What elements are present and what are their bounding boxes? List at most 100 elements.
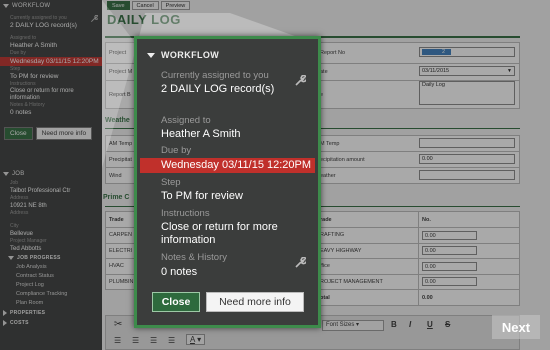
report-no-label: Report No <box>320 50 346 56</box>
popup-notes-value[interactable]: 0 notes <box>161 266 197 279</box>
save-button[interactable]: Save <box>107 1 130 10</box>
trade-count-input[interactable]: 0.00 <box>422 246 477 256</box>
city-value: Bellevue <box>10 231 34 237</box>
progress-item-project-log[interactable]: Project Log <box>0 281 102 290</box>
sidebar-assigned-label: Currently assigned to you <box>10 15 67 21</box>
sidebar-assigned-to-value: Heather A Smith <box>10 42 57 49</box>
prime-section-title: Prime C <box>103 194 130 201</box>
address-label: Address <box>10 195 29 201</box>
am-temp-label: AM Temp <box>109 140 133 147</box>
am-temp-label-right: M Temp <box>320 140 340 147</box>
sidebar-instructions-label: Instructions <box>10 81 36 87</box>
wrench-icon[interactable] <box>90 15 98 23</box>
align-left-icon[interactable]: ☰ <box>114 336 121 345</box>
wind-label: Wind <box>109 172 122 179</box>
pm-label: Project Manager <box>10 238 47 244</box>
popup-due-value: Wednesday 03/11/15 12:20PM <box>140 158 315 173</box>
report-no-value: 2 <box>422 49 452 55</box>
sidebar-instructions-value: Close or return for more information <box>10 88 74 101</box>
trade-row: EAVY HIGHWAY <box>316 242 419 259</box>
preview-button[interactable]: Preview <box>160 1 191 10</box>
sidebar-step-value: To PM for review <box>10 73 59 80</box>
sidebar-step-label: Step <box>10 66 21 72</box>
font-sizes-label: Font Sizes <box>326 322 355 328</box>
popup-assigned-to-value: Heather A Smith <box>161 128 241 140</box>
trade-header-right: rade <box>316 211 419 228</box>
sidebar-job-title: JOB <box>12 171 25 177</box>
sidebar-assigned-to-label: Assigned to <box>10 35 37 41</box>
trade-count-input[interactable]: 0.00 <box>422 277 477 287</box>
progress-item-job-analysis[interactable]: Job Analysis <box>0 263 102 272</box>
trade-count-input[interactable]: 0.00 <box>422 230 477 240</box>
cut-icon[interactable]: ✂ <box>114 319 122 330</box>
sidebar-need-info-button[interactable]: Need more info <box>35 127 93 140</box>
total-value: 0.00 <box>418 289 520 306</box>
popup-assigned-label: Currently assigned to you <box>161 70 269 81</box>
font-color-button[interactable]: A ▾ <box>186 334 206 345</box>
bold-button[interactable]: B <box>391 320 397 329</box>
progress-item-compliance-tracking[interactable]: Compliance Tracking <box>0 290 102 299</box>
trade-row: RAFTING <box>316 227 419 244</box>
popup-assigned-to-label: Assigned to <box>161 115 211 126</box>
description-value: Daily Log <box>422 82 445 88</box>
project-label: Project <box>109 50 127 56</box>
sidebar-notes-value[interactable]: 0 notes <box>0 109 102 117</box>
sidebar-due-value: Wednesday 03/11/15 12:20PM <box>0 57 102 66</box>
popup-instructions-label: Instructions <box>161 208 210 219</box>
trade-row: ffice <box>316 258 419 275</box>
precip-amount-value: 0.00 <box>422 156 433 162</box>
job-label: Job <box>10 180 19 186</box>
properties-header[interactable]: PROPERTIES <box>0 308 102 318</box>
font-sizes-select[interactable]: Font Sizes ▾ <box>322 320 384 331</box>
popup-instructions-line-2: information <box>161 234 216 246</box>
popup-step-value: To PM for review <box>161 190 243 202</box>
popup-workflow-header[interactable]: WORKFLOW <box>147 50 219 60</box>
report-no-input[interactable]: 2 <box>419 47 515 57</box>
job-section: JOB Job Talbot Professional Ctr Address … <box>0 168 102 328</box>
popup-due-label: Due by <box>161 145 192 156</box>
align-center-icon[interactable]: ☰ <box>132 336 139 345</box>
job-value: Talbot Professional Ctr <box>10 188 71 194</box>
progress-item-contract-status[interactable]: Contract Status <box>0 272 102 281</box>
sidebar-close-button[interactable]: Close <box>4 127 33 140</box>
justify-icon[interactable]: ☰ <box>168 336 175 345</box>
job-progress-header[interactable]: JOB PROGRESS <box>0 253 102 263</box>
date-select[interactable]: 03/11/2015 ▼ <box>419 66 515 76</box>
sidebar-workflow-header[interactable]: WORKFLOW <box>0 0 102 12</box>
workflow-sidebar: WORKFLOW Currently assigned to you 2 DAI… <box>0 0 102 350</box>
precip-amount-input[interactable]: 0.00 <box>419 154 515 164</box>
workflow-zoom-panel: WORKFLOW Currently assigned to you 2 DAI… <box>134 36 321 328</box>
popup-close-button[interactable]: Close <box>152 292 200 312</box>
trade-count-input[interactable]: 0.00 <box>422 261 477 271</box>
expand-triangle-icon <box>3 320 7 326</box>
precip-amount-label: ecipitation amount <box>320 156 365 163</box>
trade-table-right: rade No. RAFTING 0.00 EAVY HIGHWAY 0.00 ffi… <box>316 211 520 306</box>
no-header: No. <box>418 211 520 228</box>
underline-button[interactable]: U <box>427 320 433 329</box>
costs-header[interactable]: COSTS <box>0 318 102 328</box>
progress-item-plan-room[interactable]: Plan Room <box>0 299 102 308</box>
popup-assigned-value[interactable]: 2 DAILY LOG record(s) <box>161 83 274 96</box>
popup-step-label: Step <box>161 177 181 188</box>
collapse-triangle-icon <box>8 256 14 260</box>
precipitation-label: Precipitat <box>109 156 132 163</box>
description-textarea[interactable]: Daily Log <box>419 81 515 105</box>
job-progress-title: JOB PROGRESS <box>17 255 61 261</box>
pm-value: Ted Abbotts <box>10 246 42 252</box>
wrench-icon[interactable] <box>294 257 306 269</box>
sidebar-due-label: Due by <box>10 50 26 56</box>
am-temp-input[interactable] <box>419 138 515 148</box>
cancel-button[interactable]: Cancel <box>131 1 159 10</box>
popup-need-info-button[interactable]: Need more info <box>206 292 304 312</box>
align-right-icon[interactable]: ☰ <box>150 336 157 345</box>
wrench-icon[interactable] <box>294 75 306 87</box>
italic-button[interactable]: I <box>409 320 411 329</box>
sidebar-job-header[interactable]: JOB <box>0 168 102 180</box>
sidebar-assigned-value[interactable]: 2 DAILY LOG record(s) <box>0 22 102 30</box>
collapse-triangle-icon <box>3 4 9 8</box>
weather-input[interactable] <box>419 170 515 180</box>
next-button[interactable]: Next <box>492 315 540 339</box>
strikethrough-button[interactable]: S <box>445 320 450 329</box>
popup-workflow-title: WORKFLOW <box>161 50 220 60</box>
font-color-label: A <box>190 335 195 344</box>
